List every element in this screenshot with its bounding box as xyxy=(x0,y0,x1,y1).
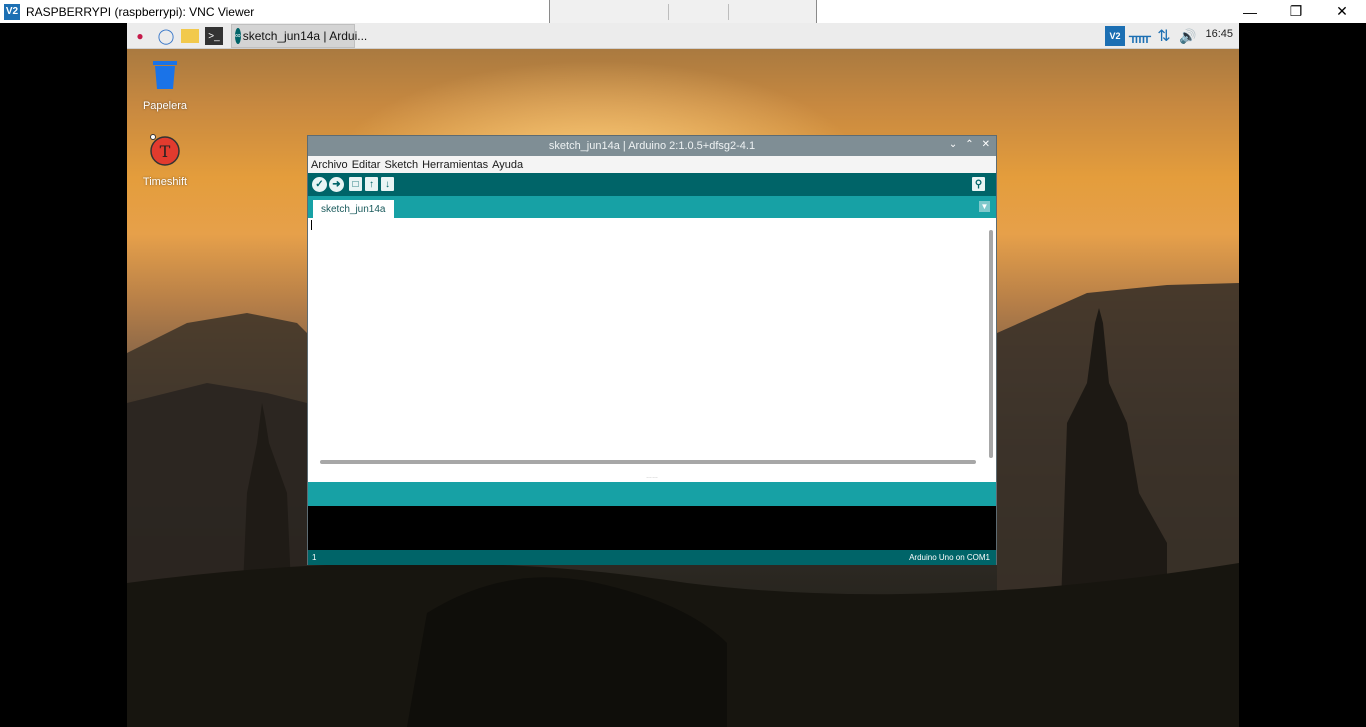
splitter-handle[interactable]: …… xyxy=(308,468,996,482)
menu-ayuda[interactable]: Ayuda xyxy=(492,159,523,171)
clock: 16:45 xyxy=(1205,28,1233,40)
upload-icon[interactable]: ➜ xyxy=(329,177,344,192)
taskbar-task-arduino[interactable]: ∞ sketch_jun14a | Ardui... xyxy=(231,24,367,48)
arduino-window-title: sketch_jun14a | Arduino 2:1.0.5+dfsg2-4.… xyxy=(548,140,756,152)
horizontal-scrollbar[interactable] xyxy=(310,459,984,466)
tab-menu-icon[interactable]: ▼ xyxy=(979,201,990,212)
bluetooth-icon[interactable]: ᚅ xyxy=(1129,27,1151,45)
timeshift-icon: T xyxy=(150,134,180,166)
arduino-tabbar: sketch_jun14a ▼ xyxy=(308,196,996,218)
window-close-icon[interactable]: ✕ xyxy=(982,139,990,150)
new-icon[interactable]: □ xyxy=(349,177,362,191)
arduino-toolbar: ✓ ➜ □ ↑ ↓ ⚲ xyxy=(308,173,996,196)
console-output[interactable] xyxy=(308,506,996,550)
arduino-icon: ∞ xyxy=(235,28,241,44)
network-icon[interactable]: ⇅ xyxy=(1155,27,1173,45)
status-board: Arduino Uno on COM1 xyxy=(909,553,990,562)
text-cursor xyxy=(311,220,312,230)
vnc-tray-icon[interactable]: V2 xyxy=(1105,26,1125,46)
close-icon[interactable]: ✕ xyxy=(1319,0,1365,23)
menu-sketch[interactable]: Sketch xyxy=(384,159,418,171)
open-icon[interactable]: ↑ xyxy=(365,177,378,191)
svg-text:T: T xyxy=(160,142,171,161)
window-minimize-icon[interactable]: ⌄ xyxy=(949,139,957,150)
serial-monitor-icon[interactable]: ⚲ xyxy=(972,177,985,191)
menu-archivo[interactable]: Archivo xyxy=(311,159,348,171)
verify-icon[interactable]: ✓ xyxy=(312,177,327,192)
menu-herramientas[interactable]: Herramientas xyxy=(422,159,488,171)
vnc-logo-icon: V2 xyxy=(4,3,20,20)
raspberry-menu-icon[interactable]: ● xyxy=(131,27,149,45)
terminal-icon[interactable]: >_ xyxy=(205,27,223,45)
arduino-menubar: Archivo Editar Sketch Herramientas Ayuda xyxy=(308,156,996,173)
status-bar: 1 Arduino Uno on COM1 xyxy=(308,550,996,565)
vnc-window-title: RASPBERRYPI (raspberrypi): VNC Viewer xyxy=(26,4,255,19)
web-browser-icon[interactable]: ◯ xyxy=(157,27,175,45)
desktop-icon-timeshift[interactable]: T Timeshift xyxy=(130,133,200,188)
tab-sketch[interactable]: sketch_jun14a xyxy=(313,200,394,218)
code-editor[interactable] xyxy=(308,218,996,468)
menu-editar[interactable]: Editar xyxy=(352,159,381,171)
taskbar-task-label: sketch_jun14a | Ardui... xyxy=(242,29,368,43)
desktop-icon-trash[interactable]: Papelera xyxy=(130,59,200,112)
vertical-scrollbar[interactable] xyxy=(988,220,994,462)
message-bar xyxy=(308,482,996,506)
desktop-icon-label: Timeshift xyxy=(142,176,188,188)
desktop-icon-label: Papelera xyxy=(142,100,188,112)
status-line-number: 1 xyxy=(312,553,317,562)
window-maximize-icon[interactable]: ⌃ xyxy=(965,139,973,150)
arduino-window: sketch_jun14a | Arduino 2:1.0.5+dfsg2-4.… xyxy=(307,135,997,565)
minimize-icon[interactable]: — xyxy=(1227,0,1273,23)
file-manager-icon[interactable] xyxy=(181,29,199,43)
save-icon[interactable]: ↓ xyxy=(381,177,394,191)
remote-desktop: ● ◯ >_ ∞ sketch_jun14a | Ardui... V2 ᚅ ⇅… xyxy=(127,23,1239,727)
volume-icon[interactable]: 🔊 xyxy=(1179,27,1197,45)
taskbar: ● ◯ >_ ∞ sketch_jun14a | Ardui... V2 ᚅ ⇅… xyxy=(127,23,1239,49)
arduino-titlebar[interactable]: sketch_jun14a | Arduino 2:1.0.5+dfsg2-4.… xyxy=(308,136,996,156)
trash-icon xyxy=(153,61,177,89)
restore-icon[interactable]: ❐ xyxy=(1273,0,1319,23)
